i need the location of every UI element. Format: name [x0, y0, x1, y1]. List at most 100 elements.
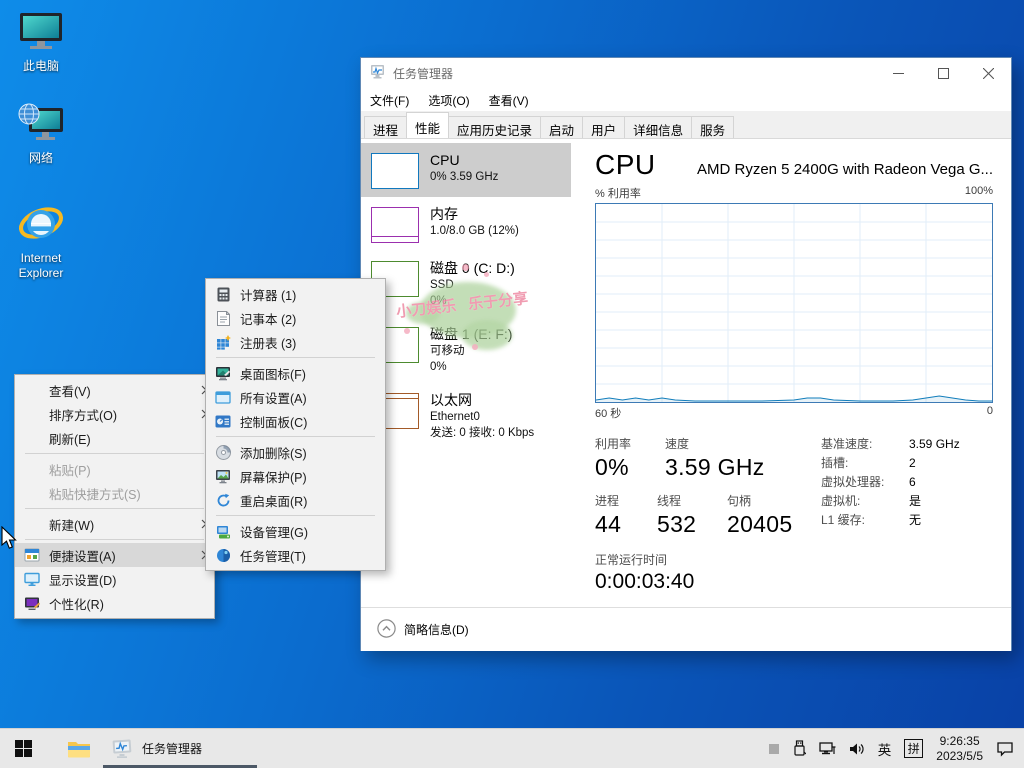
performance-sidebar: CPU 0% 3.59 GHz 内存 1.0/8.0 GB (12%) 磁盘 0… [361, 139, 571, 651]
volume-icon[interactable] [849, 742, 865, 756]
submenu-item-notepad[interactable]: 记事本 (2) [206, 306, 385, 330]
chart-ymax: 100% [964, 185, 993, 197]
control-panel-icon [206, 415, 240, 428]
ime-mode-indicator[interactable]: 拼 [904, 739, 924, 758]
maximize-button[interactable] [921, 58, 966, 89]
tab-users[interactable]: 用户 [582, 116, 626, 138]
desktop[interactable]: 此电脑 网络 Internet Explorer 任务管理器 文件(F) 选项(… [0, 0, 1024, 768]
taskbar: 任务管理器 英 拼 9:26:35 2023/5/5 [0, 728, 1024, 768]
desktop-context-menu: 查看(V) 排序方式(O) 刷新(E) 粘贴(P) 粘贴快捷方式(S) 新建(W… [14, 374, 215, 619]
sidebar-item-stat: 0% [430, 361, 447, 373]
clock-time: 9:26:35 [939, 733, 980, 748]
sidebar-item-ethernet[interactable]: 以太网 Ethernet0 发送: 0 接收: 0 Kbps [361, 383, 571, 449]
tab-details[interactable]: 详细信息 [624, 116, 693, 138]
quick-settings-icon [15, 547, 49, 563]
handles-label: 句柄 [727, 494, 752, 508]
processes-label: 进程 [595, 494, 620, 508]
tab-app-history[interactable]: 应用历史记录 [448, 116, 542, 138]
menu-separator [25, 508, 204, 509]
menu-item-sort-by[interactable]: 排序方式(O) [15, 402, 214, 426]
sidebar-item-stat: 0% 3.59 GHz [430, 171, 499, 183]
menu-item-new[interactable]: 新建(W) [15, 512, 214, 536]
speed-value: 3.59 GHz [665, 454, 765, 480]
cpu-usage-chart[interactable] [595, 203, 993, 403]
display-settings-icon [15, 571, 49, 587]
menu-item-quick-settings[interactable]: 便捷设置(A) [15, 543, 214, 567]
detail-value: 6 [909, 475, 916, 489]
menu-item-paste: 粘贴(P) [49, 463, 91, 478]
sidebar-item-title: 以太网 [430, 392, 472, 408]
processes-value: 44 [595, 511, 622, 537]
submenu-item-desktop-icons[interactable]: 桌面图标(F) [206, 361, 385, 385]
desktop-icon-this-pc[interactable]: 此电脑 [2, 8, 80, 74]
menu-item-personalize[interactable]: 个性化(R) [15, 591, 214, 615]
chart-xmin: 60 秒 [595, 408, 622, 420]
sidebar-item-title: 磁盘 1 (E: F:) [430, 326, 513, 342]
fewer-details-toggle[interactable]: 简略信息(D) [404, 621, 469, 638]
menu-view[interactable]: 查看(V) [489, 92, 529, 109]
desktop-icon-network[interactable]: 网络 [2, 100, 80, 166]
footer-bar: 简略信息(D) [361, 607, 1011, 651]
chart-ylabel: % 利用率 [595, 188, 641, 200]
language-indicator[interactable]: 英 [878, 739, 892, 759]
desktop-icon-label: Internet Explorer [18, 251, 64, 280]
close-button[interactable] [966, 58, 1011, 89]
submenu-item-calculator[interactable]: 计算器 (1) [206, 282, 385, 306]
sidebar-item-title: CPU [430, 152, 460, 168]
menu-item-display-settings[interactable]: 显示设置(D) [15, 567, 214, 591]
tab-performance[interactable]: 性能 [406, 112, 450, 138]
submenu-item-restart-desktop[interactable]: 重启桌面(R) [206, 488, 385, 512]
sidebar-item-disk0[interactable]: 磁盘 0 (C: D:) SSD 0% [361, 251, 571, 317]
memory-thumbnail [371, 207, 419, 243]
tab-startup[interactable]: 启动 [540, 116, 584, 138]
file-explorer-button[interactable] [55, 729, 102, 768]
detail-value: 3.59 GHz [909, 437, 960, 451]
add-remove-programs-icon [206, 444, 240, 460]
cpu-thumbnail [371, 153, 419, 189]
taskbar-clock[interactable]: 9:26:35 2023/5/5 [936, 734, 983, 764]
registry-icon [206, 334, 240, 350]
util-value: 0% [595, 454, 629, 480]
network-icon [17, 100, 65, 148]
start-button[interactable] [0, 729, 47, 768]
usb-device-icon[interactable] [793, 740, 806, 757]
file-explorer-icon [67, 741, 90, 757]
action-center-icon[interactable] [996, 741, 1014, 757]
sidebar-item-title: 内存 [430, 206, 458, 222]
network-tray-icon[interactable] [819, 741, 836, 756]
taskbar-button-task-manager[interactable]: 任务管理器 [102, 729, 258, 768]
menu-options[interactable]: 选项(O) [428, 92, 469, 109]
system-tray: 英 拼 9:26:35 2023/5/5 [768, 729, 1024, 768]
sidebar-item-stat: 0% [430, 295, 447, 307]
detail-value: 是 [909, 494, 922, 508]
submenu-item-task-manager[interactable]: 任务管理(T) [206, 543, 385, 567]
submenu-item-device-manager[interactable]: 设备管理(G) [206, 519, 385, 543]
detail-label: 基准速度: [821, 437, 873, 451]
sidebar-item-cpu[interactable]: CPU 0% 3.59 GHz [361, 143, 571, 197]
notepad-icon [206, 310, 240, 326]
calculator-icon [206, 287, 240, 302]
menu-separator [25, 539, 204, 540]
window-title: 任务管理器 [393, 67, 454, 81]
sidebar-item-title: 磁盘 0 (C: D:) [430, 260, 515, 276]
desktop-icon-internet-explorer[interactable]: Internet Explorer [2, 200, 80, 281]
submenu-item-control-panel[interactable]: 控制面板(C) [206, 409, 385, 433]
windows-logo-icon [15, 740, 32, 757]
hidden-icons-button[interactable] [768, 743, 780, 755]
sidebar-item-disk1[interactable]: 磁盘 1 (E: F:) 可移动 0% [361, 317, 571, 383]
menu-item-view[interactable]: 查看(V) [15, 378, 214, 402]
submenu-item-screensaver[interactable]: 屏幕保护(P) [206, 464, 385, 488]
util-label: 利用率 [595, 437, 632, 451]
menu-file[interactable]: 文件(F) [370, 92, 409, 109]
collapse-chevron-icon[interactable] [377, 618, 396, 641]
submenu-item-add-remove[interactable]: 添加删除(S) [206, 440, 385, 464]
tab-services[interactable]: 服务 [691, 116, 735, 138]
menu-item-refresh[interactable]: 刷新(E) [15, 426, 214, 450]
submenu-item-all-settings[interactable]: 所有设置(A) [206, 385, 385, 409]
titlebar[interactable]: 任务管理器 [361, 58, 1011, 89]
cpu-details: 基准速度: 3.59 GHz 插槽: 2 虚拟处理器: 6 虚拟机: 是 L1 缓存: 无 [821, 435, 960, 596]
minimize-button[interactable] [876, 58, 921, 89]
sidebar-item-memory[interactable]: 内存 1.0/8.0 GB (12%) [361, 197, 571, 251]
submenu-item-registry[interactable]: 注册表 (3) [206, 330, 385, 354]
tab-processes[interactable]: 进程 [364, 116, 408, 138]
